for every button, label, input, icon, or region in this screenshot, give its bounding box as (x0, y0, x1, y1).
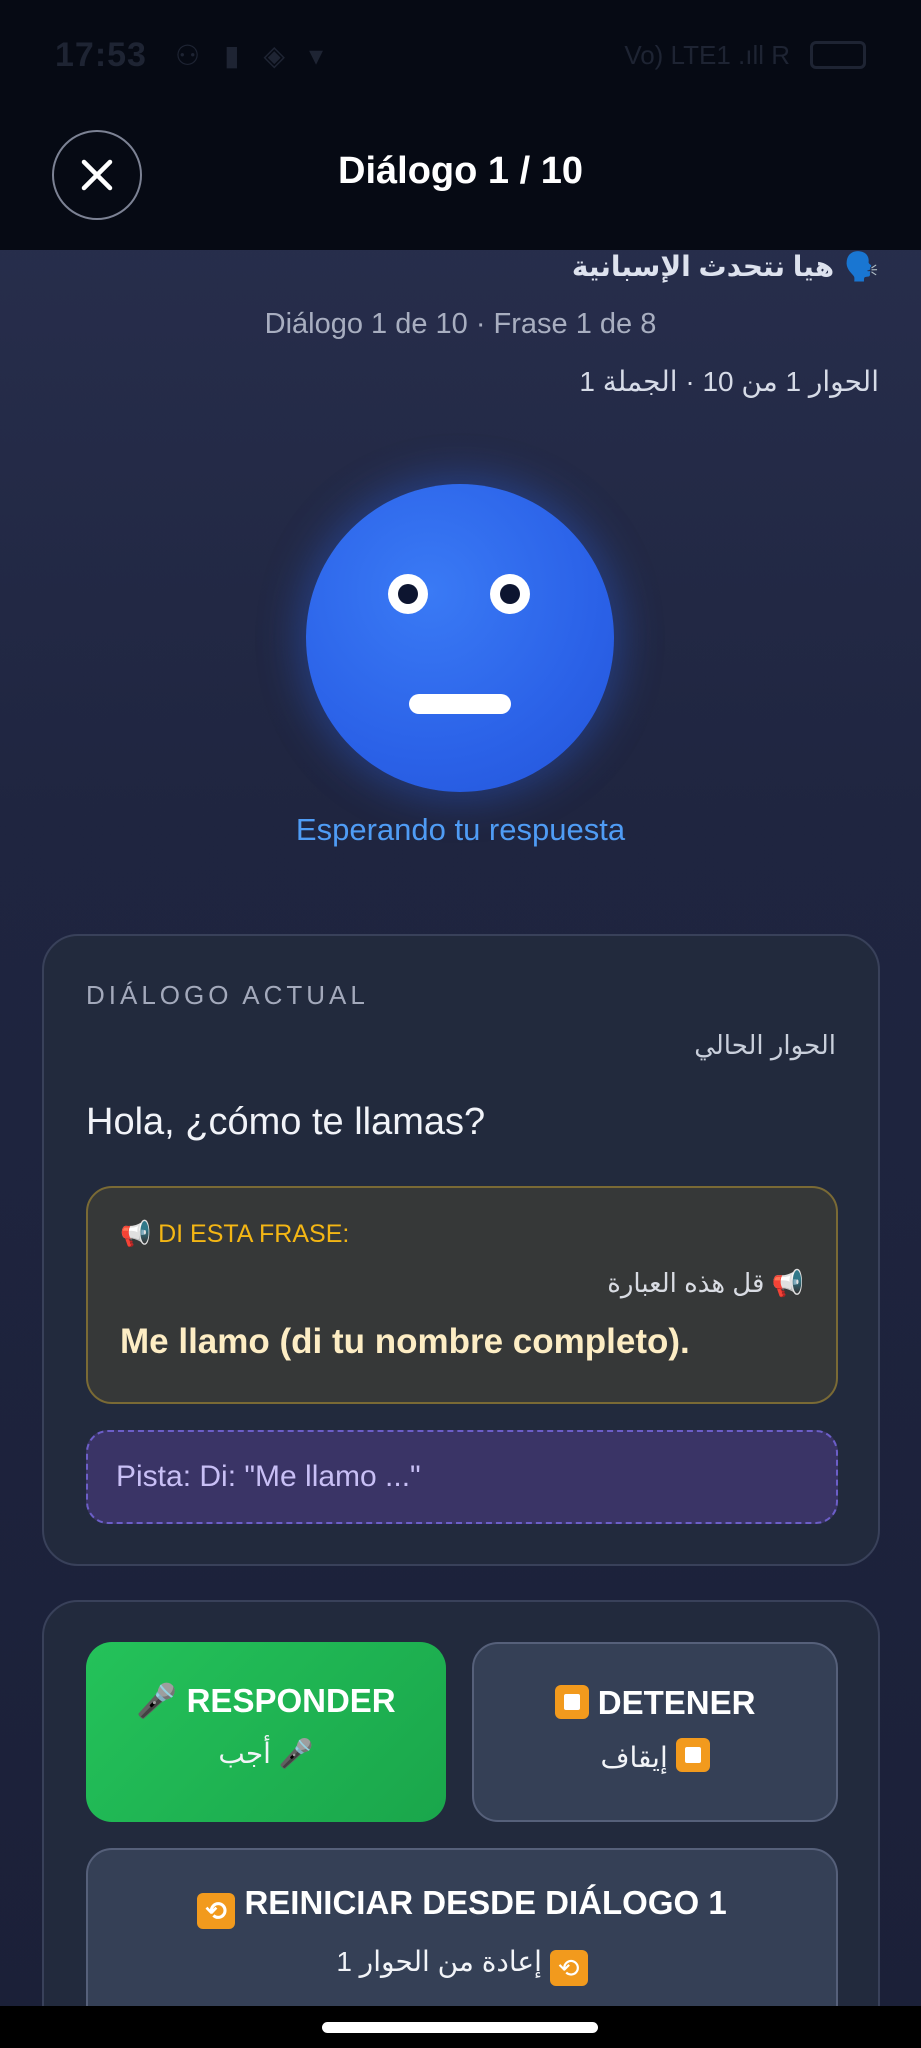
section-label: DIÁLOGO ACTUAL (86, 980, 369, 1010)
status-right: Vo) LTE1 .ıll R (624, 40, 866, 71)
respond-button[interactable]: 🎤 RESPONDER 🎤 أجب (86, 1642, 446, 1822)
top-bar: 17:53 ⚇ ▮ ◈ ▾ Vo) LTE1 .ıll R Diálogo 1 … (0, 0, 921, 250)
say-label: 📢 DI ESTA FRASE: (120, 1220, 350, 1248)
respond-button-label-ar: 🎤 أجب (218, 1738, 314, 1769)
stop-icon (554, 1685, 589, 1719)
status-icons: ⚇ ▮ ◈ ▾ (175, 39, 323, 72)
system-nav-bar (0, 2006, 921, 2048)
progress-text-ar: الحوار 1 من 10 · الجملة 1 (579, 366, 879, 397)
person-icon: ⚇ (174, 39, 201, 71)
repeat-icon: ⟲ (549, 1950, 588, 1986)
respond-button-label: 🎤 RESPONDER (136, 1682, 396, 1719)
restart-button-label-ar: إعادة من الحوار 1 (336, 1946, 542, 1977)
say-phrase-box: 📢 DI ESTA FRASE: 📢 قل هذه العبارة Me lla… (86, 1186, 838, 1404)
repeat-icon: ⟲ (197, 1893, 236, 1929)
actions-card: 🎤 RESPONDER 🎤 أجب DETENER إيقاف ⟲ REINIC… (42, 1600, 880, 2048)
home-handle[interactable] (322, 2022, 598, 2033)
signal-text: Vo) LTE1 .ıll R (624, 39, 790, 70)
avatar-left-eye (388, 574, 428, 614)
lesson-title-text: هيا نتحدث الإسبانية (571, 251, 835, 282)
target-phrase: Me llamo (di tu nombre completo). (120, 1322, 690, 1361)
stop-button-label-ar: إيقاف (600, 1742, 668, 1773)
battery-icon (810, 41, 866, 69)
notification-icon: ◈ (263, 39, 286, 71)
page-title: Diálogo 1 / 10 (338, 150, 583, 192)
avatar-status: Esperando tu respuesta (295, 812, 626, 847)
status-time: 17:53 (55, 35, 147, 74)
restart-button-label: REINICIAR DESDE DIÁLOGO 1 (244, 1884, 727, 1921)
dialog-question: Hola, ¿cómo te llamas? (86, 1101, 486, 1143)
progress-text: Diálogo 1 de 10 · Frase 1 de 8 (264, 308, 657, 340)
lesson-title: 🗣️ هيا نتحدث الإسبانية (572, 250, 879, 283)
stop-icon (675, 1738, 710, 1772)
current-dialog-card: DIÁLOGO ACTUAL الحوار الحالي Hola, ¿cómo… (42, 934, 880, 1566)
stop-button-label: DETENER (597, 1684, 756, 1721)
tutor-avatar (306, 484, 614, 792)
chevron-icon: ▾ (309, 39, 324, 71)
avatar-mouth (409, 694, 511, 714)
hint-box: Pista: Di: "Me llamo ..." (86, 1430, 838, 1524)
sim-icon: ▮ (224, 39, 240, 71)
status-bar: 17:53 ⚇ ▮ ◈ ▾ Vo) LTE1 .ıll R (0, 0, 921, 110)
speaking-head-icon: 🗣️ (844, 250, 879, 283)
avatar-right-eye (490, 574, 530, 614)
say-label-ar: 📢 قل هذه العبارة (607, 1268, 804, 1298)
stop-button[interactable]: DETENER إيقاف (472, 1642, 838, 1822)
section-label-ar: الحوار الحالي (694, 1030, 836, 1060)
